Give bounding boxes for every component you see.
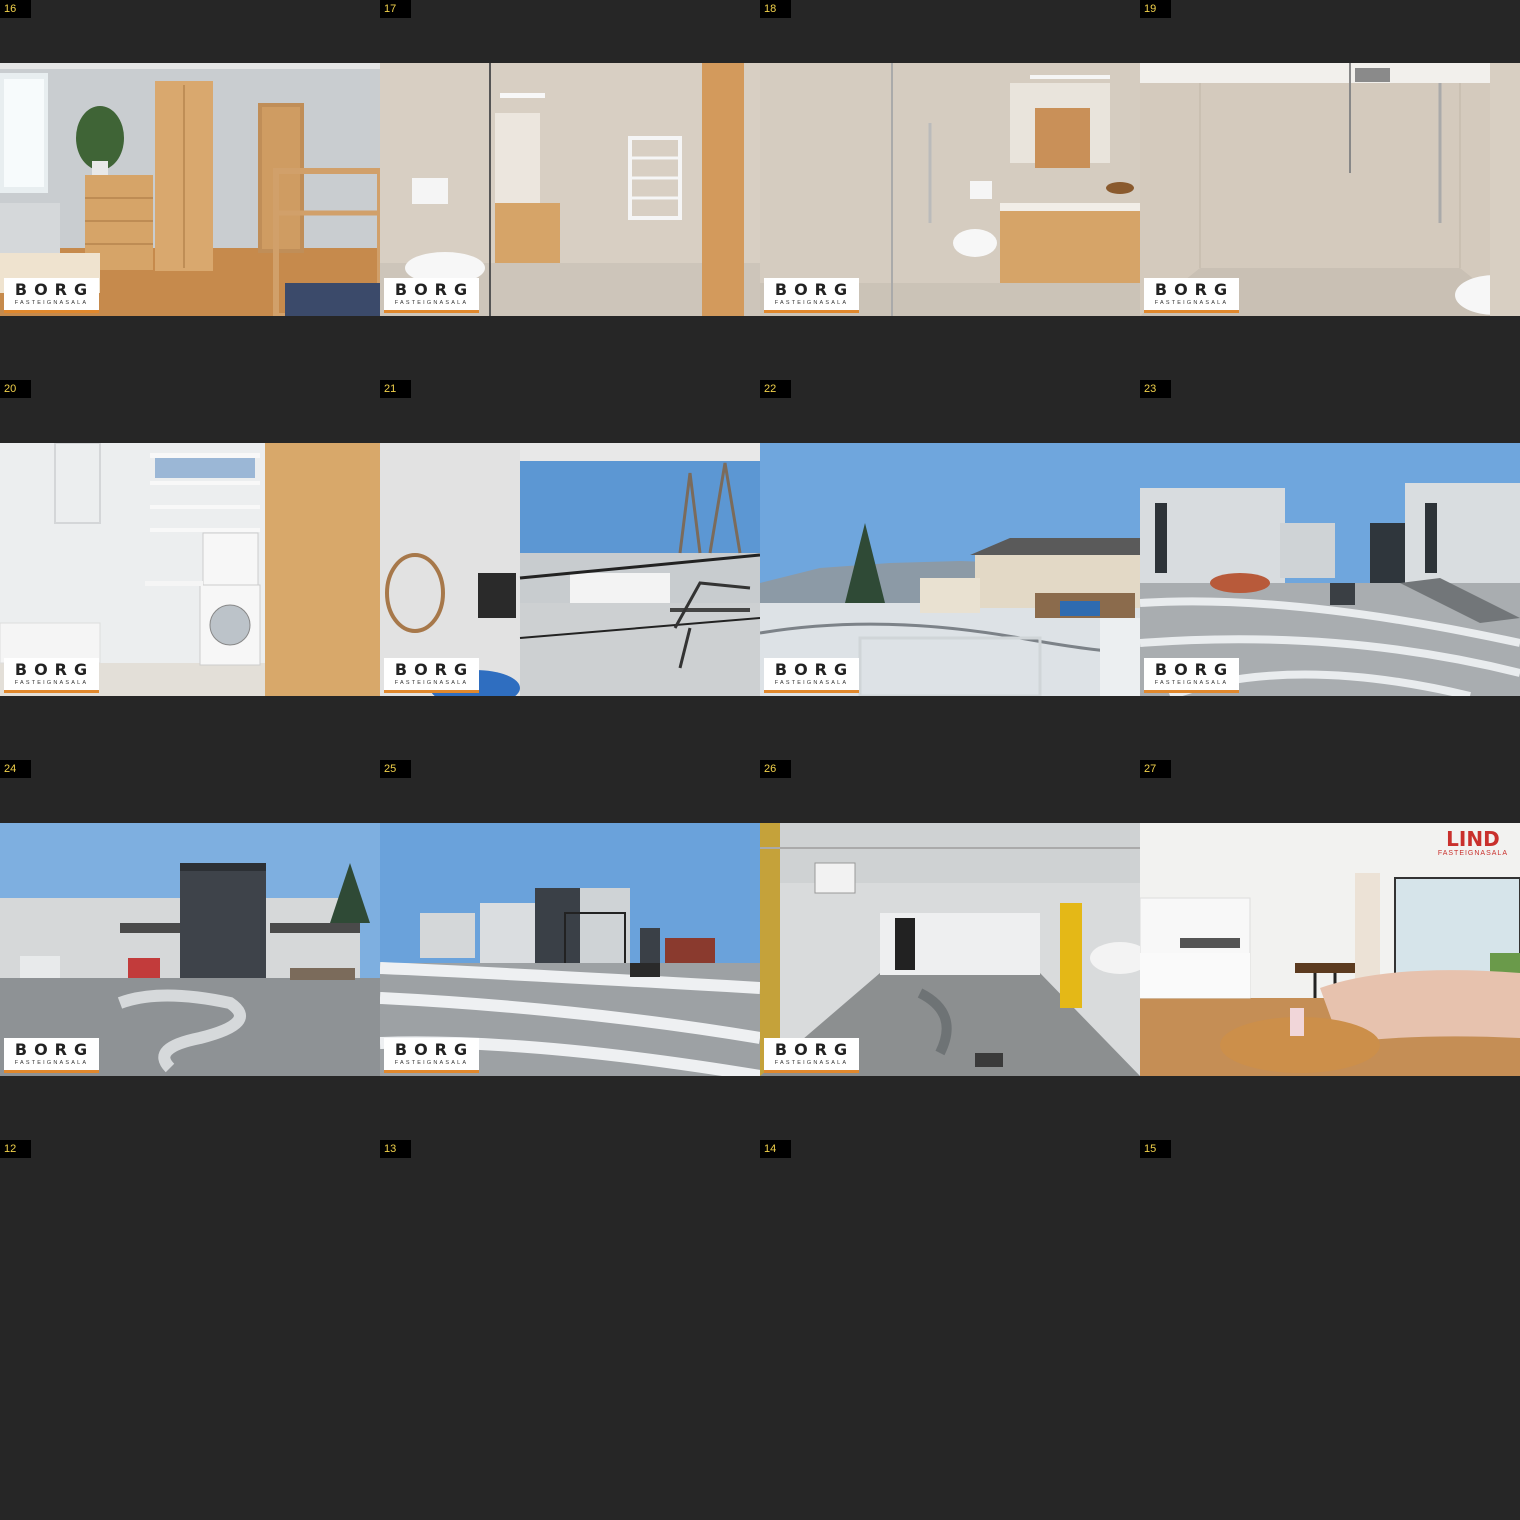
tile-21[interactable]: 21 BORG FASTEIGNASALA — [380, 380, 760, 760]
tile-17[interactable]: 17 BORG FASTEIGNASALA — [380, 0, 760, 380]
tile-14[interactable]: 14 — [760, 1140, 1140, 1520]
borg-logo: BORG FASTEIGNASALA — [4, 658, 99, 693]
tile-15[interactable]: 15 — [1140, 1140, 1520, 1520]
photo-neighbourhood[interactable]: BORG FASTEIGNASALA — [760, 443, 1140, 696]
borg-logo: BORG FASTEIGNASALA — [384, 278, 479, 313]
tile-index: 20 — [0, 380, 31, 398]
tile-23[interactable]: 23 BORG FASTEIGNASALA — [1140, 380, 1520, 760]
tile-12[interactable]: 12 — [0, 1140, 380, 1520]
photo-bathroom-shower[interactable]: BORG FASTEIGNASALA — [760, 63, 1140, 316]
lind-logo: LIND FASTEIGNASALA — [1437, 827, 1508, 857]
tile-25[interactable]: 25 BORG FASTEIGNASALA — [380, 760, 760, 1140]
photo-balcony[interactable]: BORG FASTEIGNASALA — [380, 443, 760, 696]
tile-index: 18 — [760, 0, 791, 18]
photo-garage[interactable]: BORG FASTEIGNASALA — [760, 823, 1140, 1076]
tile-20[interactable]: 20 BORG FASTEIGNASALA — [0, 380, 380, 760]
tile-19[interactable]: 19 BORG FASTEIGNASALA — [1140, 0, 1520, 380]
tile-18[interactable]: 18 BORG FASTEIGNASALA — [760, 0, 1140, 380]
tile-index: 27 — [1140, 760, 1171, 778]
tile-22[interactable]: 22 BORG FASTEIGNASALA — [760, 380, 1140, 760]
tile-index: 23 — [1140, 380, 1171, 398]
tile-index: 15 — [1140, 1140, 1171, 1158]
tile-index: 25 — [380, 760, 411, 778]
photo-building-street[interactable]: BORG FASTEIGNASALA — [380, 823, 760, 1076]
tile-27[interactable]: 27 LIND FASTEIGNASALA — [1140, 760, 1520, 1140]
photo-bedroom[interactable]: BORG FASTEIGNASALA — [0, 63, 380, 316]
photo-living-room[interactable]: LIND FASTEIGNASALA — [1140, 823, 1520, 1076]
borg-logo: BORG FASTEIGNASALA — [1144, 658, 1239, 693]
tile-index: 14 — [760, 1140, 791, 1158]
tile-index: 24 — [0, 760, 31, 778]
borg-logo: BORG FASTEIGNASALA — [1144, 278, 1239, 313]
photo-laundry[interactable]: BORG FASTEIGNASALA — [0, 443, 380, 696]
tile-16[interactable]: 16 BORG FASTEIGNASALA — [0, 0, 380, 380]
borg-logo: BORG FASTEIGNASALA — [764, 658, 859, 693]
borg-logo: BORG FASTEIGNASALA — [4, 278, 99, 313]
photo-building-parking[interactable]: BORG FASTEIGNASALA — [0, 823, 380, 1076]
borg-logo: BORG FASTEIGNASALA — [384, 658, 479, 693]
borg-logo: BORG FASTEIGNASALA — [764, 278, 859, 313]
borg-logo: BORG FASTEIGNASALA — [384, 1038, 479, 1073]
tile-index: 13 — [380, 1140, 411, 1158]
tile-26[interactable]: 26 BORG FASTEIGNASALA — [760, 760, 1140, 1140]
photo-grid: 16 BORG FASTEIGNASALA 17 BORG FASTEIGNAS… — [0, 0, 1520, 1520]
photo-buildings-driveway[interactable]: BORG FASTEIGNASALA — [1140, 443, 1520, 696]
borg-logo: BORG FASTEIGNASALA — [4, 1038, 99, 1073]
tile-index: 12 — [0, 1140, 31, 1158]
borg-logo: BORG FASTEIGNASALA — [764, 1038, 859, 1073]
photo-bathroom[interactable]: BORG FASTEIGNASALA — [380, 63, 760, 316]
tile-24[interactable]: 24 BORG FASTEIGNASALA — [0, 760, 380, 1140]
living-room-image — [1140, 823, 1520, 1076]
tile-index: 16 — [0, 0, 31, 18]
tile-index: 19 — [1140, 0, 1171, 18]
tile-index: 17 — [380, 0, 411, 18]
tile-index: 22 — [760, 380, 791, 398]
tile-index: 21 — [380, 380, 411, 398]
photo-walk-in-shower[interactable]: BORG FASTEIGNASALA — [1140, 63, 1520, 316]
tile-13[interactable]: 13 — [380, 1140, 760, 1520]
tile-index: 26 — [760, 760, 791, 778]
